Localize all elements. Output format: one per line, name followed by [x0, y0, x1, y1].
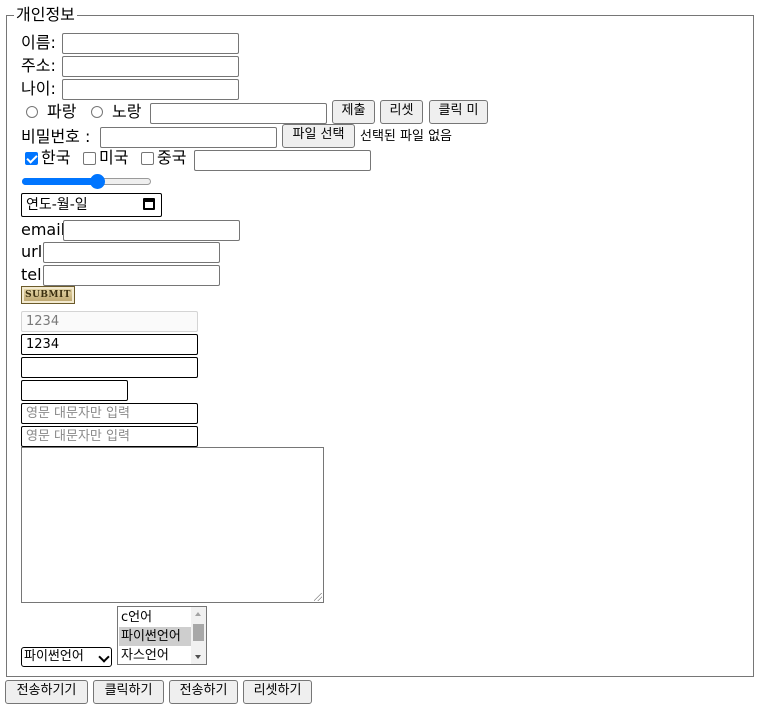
- checkbox-china[interactable]: [141, 152, 154, 165]
- readonly-input[interactable]: 1234: [21, 334, 198, 355]
- address-input[interactable]: [62, 56, 239, 77]
- listbox-option[interactable]: c언어: [119, 608, 192, 627]
- disabled-input: 1234: [21, 311, 198, 332]
- click-button[interactable]: 클릭하기: [93, 680, 164, 704]
- scroll-up-icon[interactable]: [195, 612, 201, 616]
- range-slider-fill: [22, 178, 98, 185]
- calendar-icon[interactable]: [143, 198, 155, 210]
- listbox-option-selected[interactable]: 파이썬언어: [119, 627, 192, 646]
- radio-blue-label: 파랑: [47, 102, 77, 121]
- empty-input-2[interactable]: [21, 380, 128, 401]
- file-choose-button[interactable]: 파일 선택: [282, 124, 355, 148]
- checkbox-china-label: 중국: [157, 148, 187, 167]
- url-input[interactable]: [43, 242, 220, 263]
- file-status-text: 선택된 파일 없음: [360, 129, 452, 144]
- password-input[interactable]: [100, 127, 277, 148]
- click-me-button[interactable]: 클릭 미: [429, 100, 488, 124]
- radio-blue[interactable]: [26, 106, 38, 118]
- chevron-down-icon: [98, 651, 110, 663]
- tel-input[interactable]: [43, 265, 220, 286]
- language-select-value: 파이썬언어: [24, 649, 84, 664]
- submit-button[interactable]: 제출: [332, 100, 375, 124]
- address-label: 주소:: [21, 56, 56, 75]
- color-text-input[interactable]: [150, 103, 327, 124]
- checkbox-korea[interactable]: [25, 152, 38, 165]
- age-label: 나이:: [21, 79, 56, 98]
- checkbox-usa[interactable]: [83, 152, 96, 165]
- listbox-scrollbar[interactable]: [191, 607, 206, 664]
- scroll-down-icon[interactable]: [195, 655, 201, 659]
- date-input[interactable]: 연도-월-일: [21, 193, 162, 217]
- name-label: 이름:: [21, 33, 56, 52]
- listbox-option[interactable]: 자스언어: [119, 646, 192, 664]
- image-submit-button[interactable]: SUBMIT: [21, 286, 75, 304]
- reset-button[interactable]: 리셋: [380, 100, 423, 124]
- language-listbox[interactable]: c언어 파이썬언어 자스언어: [117, 606, 207, 665]
- age-input[interactable]: [62, 79, 239, 100]
- checkbox-usa-label: 미국: [99, 148, 129, 167]
- country-text-input[interactable]: [194, 150, 371, 171]
- checkbox-korea-label: 한국: [41, 148, 71, 167]
- language-select[interactable]: 파이썬언어: [21, 647, 112, 667]
- email-input[interactable]: [63, 220, 240, 241]
- uppercase-input-2[interactable]: 영문 대문자만 입력: [21, 426, 198, 447]
- date-placeholder: 연도-월-일: [26, 197, 88, 213]
- password-label: 비밀번호 :: [21, 127, 91, 146]
- send-button-1[interactable]: 전송하기기: [5, 680, 88, 704]
- scrollbar-thumb[interactable]: [193, 624, 204, 641]
- fieldset-legend: 개인정보: [14, 5, 77, 25]
- radio-yellow-label: 노랑: [112, 102, 142, 121]
- radio-yellow[interactable]: [91, 106, 103, 118]
- uppercase-input-1[interactable]: 영문 대문자만 입력: [21, 403, 198, 424]
- textarea[interactable]: [21, 447, 324, 603]
- reset-footer-button[interactable]: 리셋하기: [243, 680, 312, 704]
- resize-handle-icon[interactable]: [314, 593, 322, 601]
- name-input[interactable]: [62, 33, 239, 54]
- send-button-2[interactable]: 전송하기: [169, 680, 238, 704]
- empty-input-1[interactable]: [21, 357, 198, 378]
